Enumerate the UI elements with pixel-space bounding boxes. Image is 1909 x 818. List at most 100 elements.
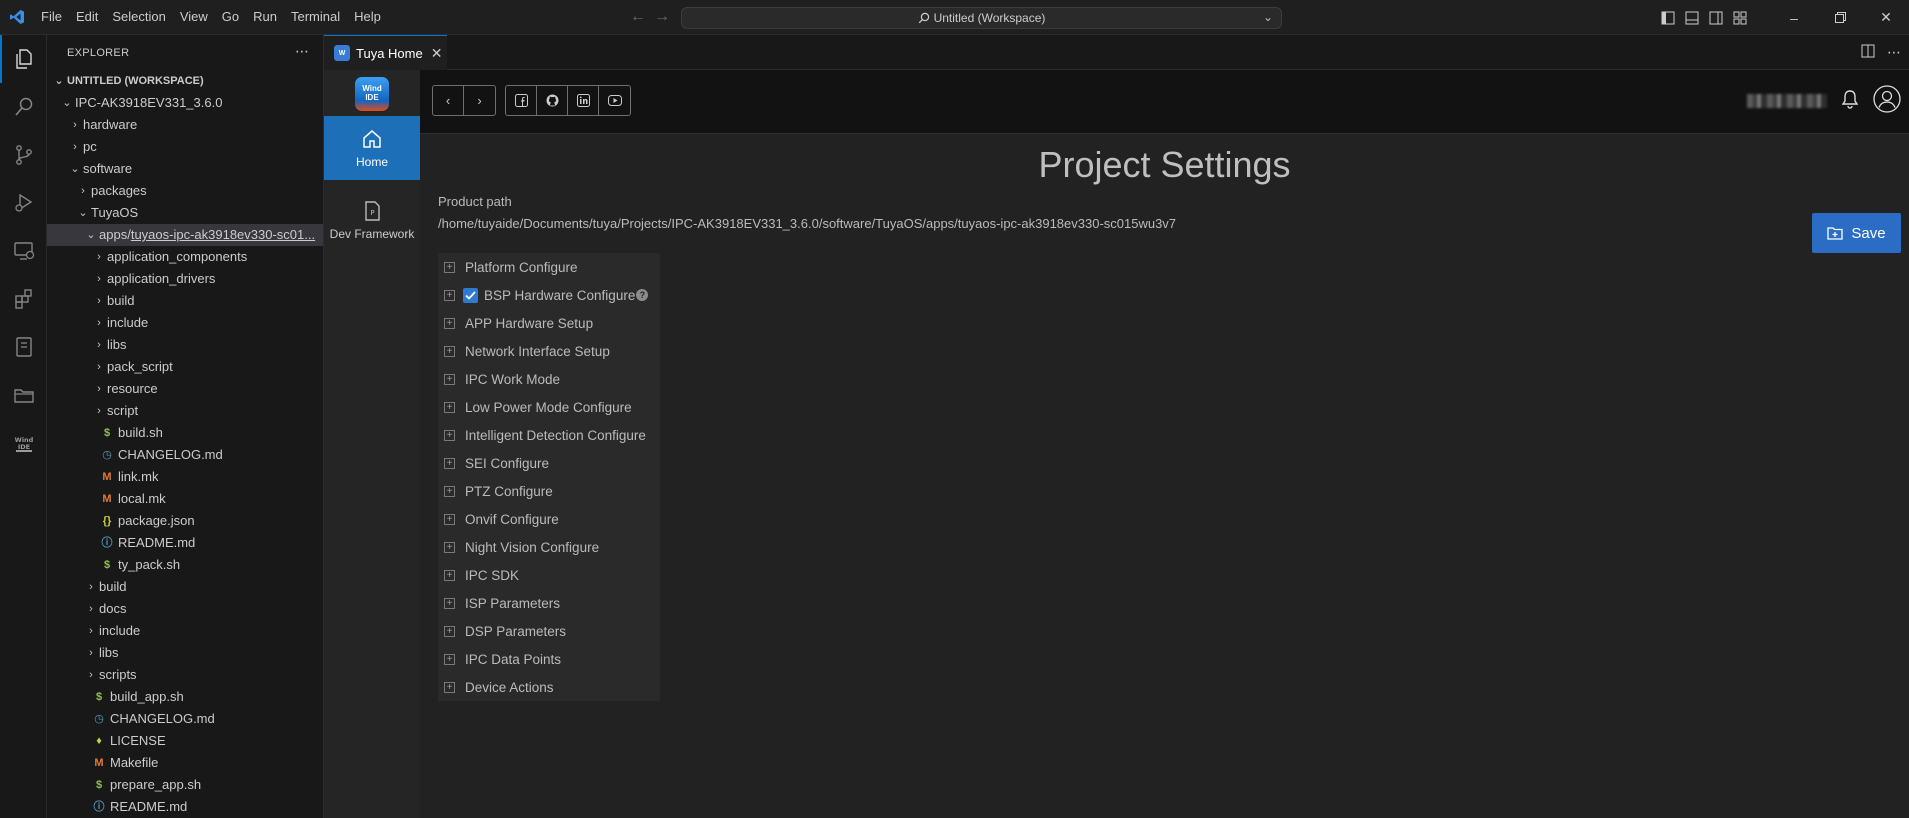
- extensions-icon[interactable]: [0, 275, 47, 323]
- expand-plus-icon[interactable]: +: [444, 485, 455, 497]
- bell-icon[interactable]: [1841, 89, 1859, 112]
- tree-folder[interactable]: › libs: [47, 642, 323, 664]
- user-avatar-icon[interactable]: [1873, 85, 1901, 116]
- config-item[interactable]: + Low Power Mode Configure: [438, 393, 660, 421]
- expand-plus-icon[interactable]: +: [444, 373, 455, 385]
- tree-file[interactable]: $ build.sh: [47, 422, 323, 444]
- tab-tuya-home[interactable]: W Tuya Home ✕: [324, 35, 447, 70]
- tree-folder[interactable]: › include: [47, 620, 323, 642]
- config-item[interactable]: + Network Interface Setup: [438, 337, 660, 365]
- expand-plus-icon[interactable]: +: [444, 289, 455, 301]
- toggle-panel-icon[interactable]: [1681, 7, 1703, 29]
- expand-plus-icon[interactable]: +: [444, 569, 455, 581]
- config-checkbox[interactable]: [463, 287, 478, 303]
- config-item[interactable]: + APP Hardware Setup: [438, 309, 660, 337]
- tree-folder[interactable]: › resource: [47, 378, 323, 400]
- run-debug-icon[interactable]: [0, 179, 47, 227]
- tree-folder[interactable]: ⌄ TuyaOS: [47, 202, 323, 224]
- folder-manager-icon[interactable]: [0, 371, 47, 419]
- tree-folder[interactable]: › libs: [47, 334, 323, 356]
- github-icon[interactable]: [537, 86, 568, 115]
- help-question-icon[interactable]: ?: [636, 289, 649, 301]
- expand-plus-icon[interactable]: +: [444, 541, 455, 553]
- restore-icon[interactable]: [1817, 0, 1863, 35]
- menu-selection[interactable]: Selection: [105, 5, 172, 29]
- nav-dev-framework[interactable]: P Dev Framework: [324, 188, 420, 252]
- tree-folder[interactable]: › pack_script: [47, 356, 323, 378]
- search-icon[interactable]: [0, 83, 47, 131]
- config-item[interactable]: + SEI Configure: [438, 449, 660, 477]
- tree-folder[interactable]: › application_components: [47, 246, 323, 268]
- facebook-icon[interactable]: [506, 86, 537, 115]
- tree-file[interactable]: $ prepare_app.sh: [47, 774, 323, 796]
- notebook-icon[interactable]: [0, 323, 47, 371]
- tree-file[interactable]: $ build_app.sh: [47, 686, 323, 708]
- tree-folder[interactable]: ⌄ software: [47, 158, 323, 180]
- expand-plus-icon[interactable]: +: [444, 681, 455, 693]
- minimize-icon[interactable]: –: [1771, 0, 1817, 35]
- chevron-down-icon[interactable]: ⌄: [1263, 10, 1273, 24]
- tree-folder[interactable]: ⌄ IPC-AK3918EV331_3.6.0: [47, 92, 323, 114]
- config-item[interactable]: + PTZ Configure: [438, 477, 660, 505]
- tree-folder[interactable]: › scripts: [47, 664, 323, 686]
- menu-go[interactable]: Go: [215, 5, 246, 29]
- tree-folder[interactable]: › script: [47, 400, 323, 422]
- compact-folder-suffix[interactable]: tuyaos-ipc-ak3918ev330-sc01...: [131, 224, 315, 246]
- tree-file[interactable]: ⓘ README.md: [47, 796, 323, 818]
- command-center[interactable]: Untitled (Workspace) ⌄: [681, 7, 1282, 29]
- toggle-secondary-sidebar-icon[interactable]: [1705, 7, 1727, 29]
- close-icon[interactable]: ✕: [431, 45, 443, 62]
- expand-plus-icon[interactable]: +: [444, 513, 455, 525]
- expand-plus-icon[interactable]: +: [444, 429, 455, 441]
- menu-edit[interactable]: Edit: [69, 5, 105, 29]
- nav-home[interactable]: Home: [324, 116, 420, 180]
- tree-folder[interactable]: › pc: [47, 136, 323, 158]
- linkedin-icon[interactable]: [568, 86, 599, 115]
- explorer-icon[interactable]: [0, 35, 47, 83]
- tree-file[interactable]: Mlink.mk: [47, 466, 323, 488]
- source-control-icon[interactable]: [0, 131, 47, 179]
- tree-file[interactable]: Mlocal.mk: [47, 488, 323, 510]
- tree-file[interactable]: {} package.json: [47, 510, 323, 532]
- expand-plus-icon[interactable]: +: [444, 261, 455, 273]
- menu-file[interactable]: File: [34, 5, 69, 29]
- more-actions-icon[interactable]: ⋯: [295, 43, 309, 60]
- youtube-icon[interactable]: [599, 86, 630, 115]
- forward-arrow-icon[interactable]: →: [654, 8, 670, 26]
- tree-folder[interactable]: ⌄ apps / tuyaos-ipc-ak3918ev330-sc01...: [47, 224, 323, 246]
- config-item[interactable]: + ISP Parameters: [438, 589, 660, 617]
- expand-plus-icon[interactable]: +: [444, 625, 455, 637]
- tree-folder[interactable]: › build: [47, 576, 323, 598]
- expand-plus-icon[interactable]: +: [444, 401, 455, 413]
- tree-file[interactable]: $ ty_pack.sh: [47, 554, 323, 576]
- back-icon[interactable]: ‹: [433, 86, 464, 115]
- tree-file[interactable]: ◷ CHANGELOG.md: [47, 444, 323, 466]
- expand-plus-icon[interactable]: +: [444, 457, 455, 469]
- expand-plus-icon[interactable]: +: [444, 597, 455, 609]
- tree-folder[interactable]: › application_drivers: [47, 268, 323, 290]
- config-item[interactable]: + BSP Hardware Configure?: [438, 281, 660, 309]
- save-button[interactable]: Save: [1812, 213, 1901, 253]
- workspace-section[interactable]: ⌄ UNTITLED (WORKSPACE): [47, 70, 323, 92]
- expand-plus-icon[interactable]: +: [444, 317, 455, 329]
- config-item[interactable]: + Intelligent Detection Configure: [438, 421, 660, 449]
- tree-file[interactable]: ◷ CHANGELOG.md: [47, 708, 323, 730]
- close-window-icon[interactable]: ✕: [1863, 0, 1909, 35]
- remote-explorer-icon[interactable]: [0, 227, 47, 275]
- tree-folder[interactable]: › hardware: [47, 114, 323, 136]
- config-item[interactable]: + IPC SDK: [438, 561, 660, 589]
- forward-icon[interactable]: ›: [464, 86, 495, 115]
- tree-file[interactable]: M Makefile: [47, 752, 323, 774]
- tree-file[interactable]: ⓘ README.md: [47, 532, 323, 554]
- expand-plus-icon[interactable]: +: [444, 345, 455, 357]
- config-item[interactable]: + Device Actions: [438, 673, 660, 701]
- config-item[interactable]: + IPC Data Points: [438, 645, 660, 673]
- tree-folder[interactable]: › packages: [47, 180, 323, 202]
- tree-folder[interactable]: › docs: [47, 598, 323, 620]
- config-item[interactable]: + IPC Work Mode: [438, 365, 660, 393]
- more-actions-icon[interactable]: ⋯: [1887, 44, 1901, 61]
- tree-folder[interactable]: › include: [47, 312, 323, 334]
- tree-folder[interactable]: › build: [47, 290, 323, 312]
- menu-help[interactable]: Help: [347, 5, 388, 29]
- customize-layout-icon[interactable]: [1729, 7, 1751, 29]
